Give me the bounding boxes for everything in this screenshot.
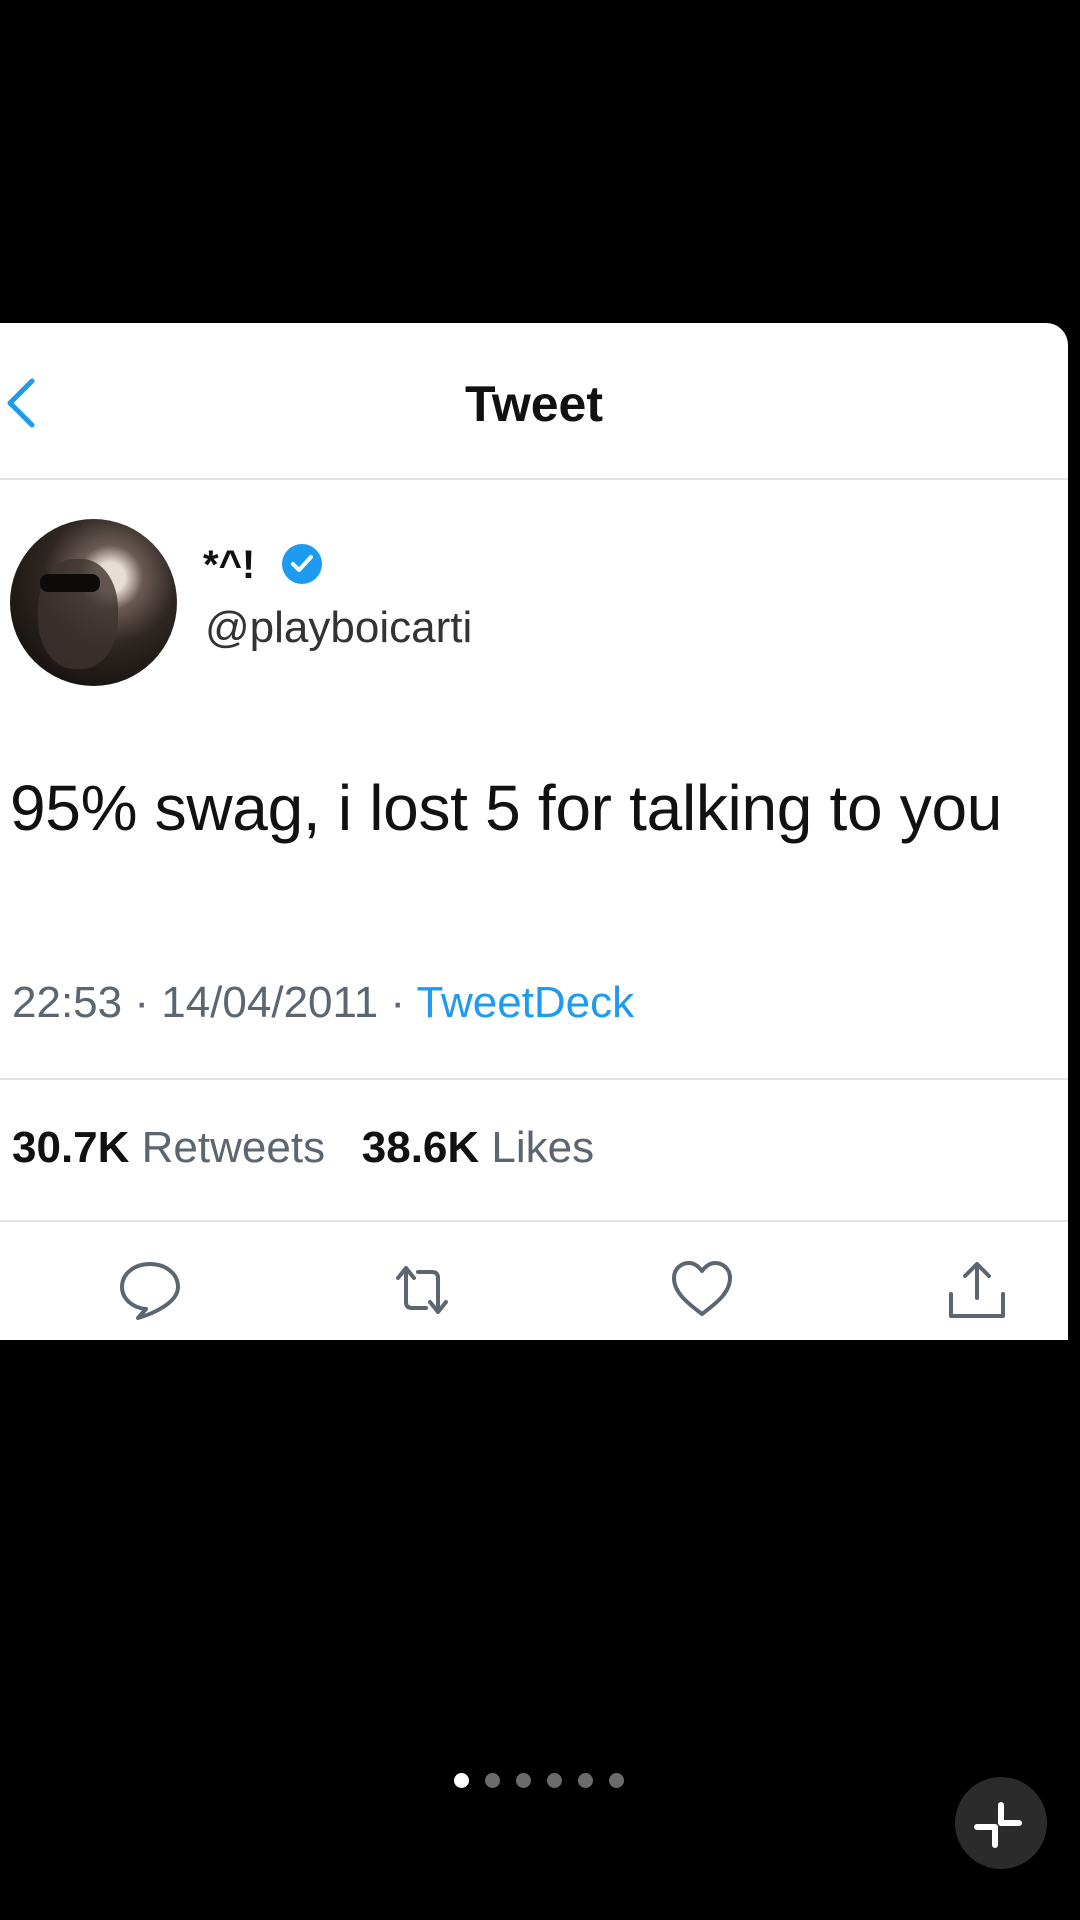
avatar-glasses xyxy=(40,574,100,592)
retweet-icon[interactable] xyxy=(390,1258,454,1322)
meta-separator: · xyxy=(134,978,149,1027)
carousel-dot[interactable] xyxy=(609,1773,624,1788)
minimize-button[interactable] xyxy=(955,1777,1047,1869)
tweet-stats: 30.7K Retweets 38.6K Likes xyxy=(12,1123,594,1173)
share-icon[interactable] xyxy=(945,1258,1009,1322)
tweet-date: 14/04/2011 xyxy=(161,978,379,1027)
divider xyxy=(0,1078,1068,1080)
like-icon[interactable] xyxy=(670,1258,734,1322)
tweet-meta: 22:53 · 14/04/2011 · TweetDeck xyxy=(12,978,634,1028)
minimize-icon xyxy=(974,1802,1022,1848)
divider xyxy=(0,1220,1068,1222)
carousel-dot[interactable] xyxy=(516,1773,531,1788)
likes-stat[interactable]: 38.6K Likes xyxy=(362,1123,594,1172)
likes-count: 38.6K xyxy=(361,1123,480,1172)
tweet-time: 22:53 xyxy=(12,978,123,1027)
carousel-dot[interactable] xyxy=(454,1773,469,1788)
carousel-dot[interactable] xyxy=(578,1773,593,1788)
avatar[interactable] xyxy=(10,519,177,686)
tweet-text: 95% swag, i lost 5 for talking to you xyxy=(10,772,1003,844)
carousel-dot[interactable] xyxy=(547,1773,562,1788)
reply-icon[interactable] xyxy=(118,1258,182,1322)
retweets-stat[interactable]: 30.7K Retweets xyxy=(12,1123,325,1172)
tweet-card: Tweet *^! @playboicarti 95% swag, i lost… xyxy=(0,323,1068,1340)
meta-separator: · xyxy=(390,978,406,1027)
carousel-dot[interactable] xyxy=(485,1773,500,1788)
user-handle[interactable]: @playboicarti xyxy=(205,603,472,653)
likes-label: Likes xyxy=(491,1123,595,1172)
retweets-label: Retweets xyxy=(141,1123,326,1172)
page-title: Tweet xyxy=(465,376,603,432)
retweets-count: 30.7K xyxy=(12,1123,130,1172)
header: Tweet xyxy=(0,323,1068,480)
display-name[interactable]: *^! xyxy=(203,543,255,588)
verified-badge-icon xyxy=(282,544,322,584)
tweet-source-link[interactable]: TweetDeck xyxy=(417,978,635,1027)
